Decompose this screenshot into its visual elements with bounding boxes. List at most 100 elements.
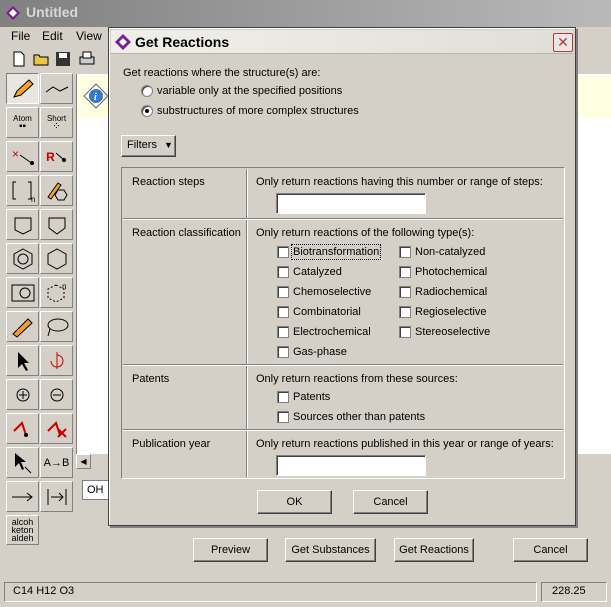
checkbox-catalyzed-label: Catalyzed [293,266,342,278]
pentagon-button[interactable] [40,209,73,240]
checkbox-photochemical-label: Photochemical [415,266,488,278]
name-to-structure-button[interactable]: alcoh keton aldeh [6,515,39,545]
checkbox-catalyzed[interactable] [277,266,289,278]
preview-button[interactable]: Preview [193,538,268,562]
structure-prompt: Get reactions where the structure(s) are… [123,67,321,79]
atom-tool-button[interactable]: Atom ▪▪ [6,107,39,138]
benzene-button[interactable] [6,243,39,274]
reaction-arrow-button[interactable] [6,481,39,512]
template-button[interactable] [6,277,39,308]
lasso-button[interactable] [40,311,73,342]
checkbox-electrochemical[interactable] [277,326,289,338]
charge-plus-button[interactable] [6,379,39,410]
menu-edit[interactable]: Edit [42,29,63,43]
status-weight: 228.25 [541,582,607,602]
checkbox-non-catalyzed[interactable] [399,246,411,258]
checkbox-combinatorial-label: Combinatorial [293,306,361,318]
checkbox-regioselective[interactable] [399,306,411,318]
publication-year-text: Only return reactions published in this … [256,438,554,450]
main-window-title: Untitled [0,0,611,27]
bond-dot-icon [55,152,66,162]
reaction-arrow-label: A→B [43,456,70,469]
checkbox-regioselective-label: Regioselective [415,306,487,318]
main-toolbar [0,47,110,71]
x-bond-icon: × [12,147,34,165]
checkbox-radiochemical[interactable] [399,286,411,298]
charge-minus-button[interactable] [40,379,73,410]
print-icon[interactable] [78,50,96,68]
get-reactions-dialog: Get Reactions ✕ Get reactions where the … [108,27,576,526]
rotate-icon [50,351,63,369]
close-icon[interactable]: ✕ [553,33,573,52]
no-reaction-button[interactable] [40,413,73,444]
info-banner: i [78,76,110,118]
checkbox-biotransformation[interactable] [277,246,289,258]
checkbox-stereoselective-label: Stereoselective [415,326,491,338]
checkbox-gas-phase[interactable] [277,346,289,358]
dialog-cancel-button[interactable]: Cancel [353,490,428,514]
filters-label: Filters [127,139,157,151]
publication-year-input[interactable] [276,455,426,476]
ok-button[interactable]: OK [257,490,332,514]
shortcut-tool-button[interactable]: Short ⁘ [40,107,73,138]
tool-palette: Atom ▪▪ Short ⁘ × R n n A→B alcoh keton … [4,71,74,545]
checkbox-combinatorial[interactable] [277,306,289,318]
bracket-arrow-icon [47,488,66,505]
ring-n-icon: n [47,282,66,303]
checkbox-stereoselective[interactable] [399,326,411,338]
reaction-arrow-label-button[interactable]: A→B [40,447,73,478]
info-icon: i [83,83,109,109]
get-reactions-button[interactable]: Get Reactions [394,538,474,562]
bracket-arrow-button[interactable] [40,481,73,512]
checkbox-patents[interactable] [277,391,289,403]
dialog-title: Get Reactions [135,34,230,50]
new-file-icon[interactable] [10,50,28,68]
bond-tool-button[interactable] [40,73,73,104]
open-folder-icon[interactable] [32,50,50,68]
delete-atom-button[interactable]: × [6,141,39,172]
rotate-button[interactable] [40,345,73,376]
dialog-title-bar: Get Reactions ✕ [111,30,573,54]
cyclohexane-icon [47,247,66,270]
section-divider [123,364,563,366]
checkbox-photochemical[interactable] [399,266,411,278]
pencil-icon [12,78,34,98]
minus-charge-icon [50,388,63,401]
bracket-tool-button[interactable]: n [6,175,39,206]
cyclopentane-button[interactable] [6,209,39,240]
template-icon [11,284,34,301]
cyclopentane-icon [14,217,31,235]
checkbox-patents-label: Patents [293,391,331,403]
checkbox-chemoselective[interactable] [277,286,289,298]
checkbox-chemoselective-label: Chemoselective [293,286,372,298]
patents-text: Only return reactions from these sources… [256,373,458,385]
menu-file[interactable]: File [11,29,30,43]
main-cancel-button[interactable]: Cancel [513,538,588,562]
app-logo-icon [6,6,20,20]
scroll-left-button[interactable]: ◀ [76,454,91,469]
lasso-icon [47,318,68,336]
get-substances-button[interactable]: Get Substances [285,538,376,562]
eraser-button[interactable] [6,311,39,342]
cyclohexane-button[interactable] [40,243,73,274]
reaction-center-icon [12,420,28,437]
select-button[interactable] [6,345,39,376]
filters-dropdown-button[interactable]: Filters ▼ [121,135,176,157]
reaction-steps-text: Only return reactions having this number… [256,176,543,188]
checkbox-other-sources[interactable] [277,411,289,423]
radio-substructures[interactable] [141,105,153,117]
reaction-steps-input[interactable] [276,193,426,214]
right-arrow-icon [11,492,33,501]
checkbox-non-catalyzed-label: Non-catalyzed [415,246,486,258]
radio-variable-positions[interactable] [141,85,153,97]
reaction-center-button[interactable] [6,413,39,444]
checkbox-electrochemical-label: Electrochemical [293,326,371,338]
ring-n-button[interactable]: n [40,277,73,308]
menu-view[interactable]: View [76,29,102,43]
ring-draw-button[interactable] [40,175,73,206]
r-group-button[interactable]: R [40,141,73,172]
pencil-tool-button[interactable] [6,73,39,104]
save-icon[interactable] [54,50,72,68]
atom-mapping-button[interactable] [6,447,39,478]
reaction-classification-label: Reaction classification [132,227,241,239]
